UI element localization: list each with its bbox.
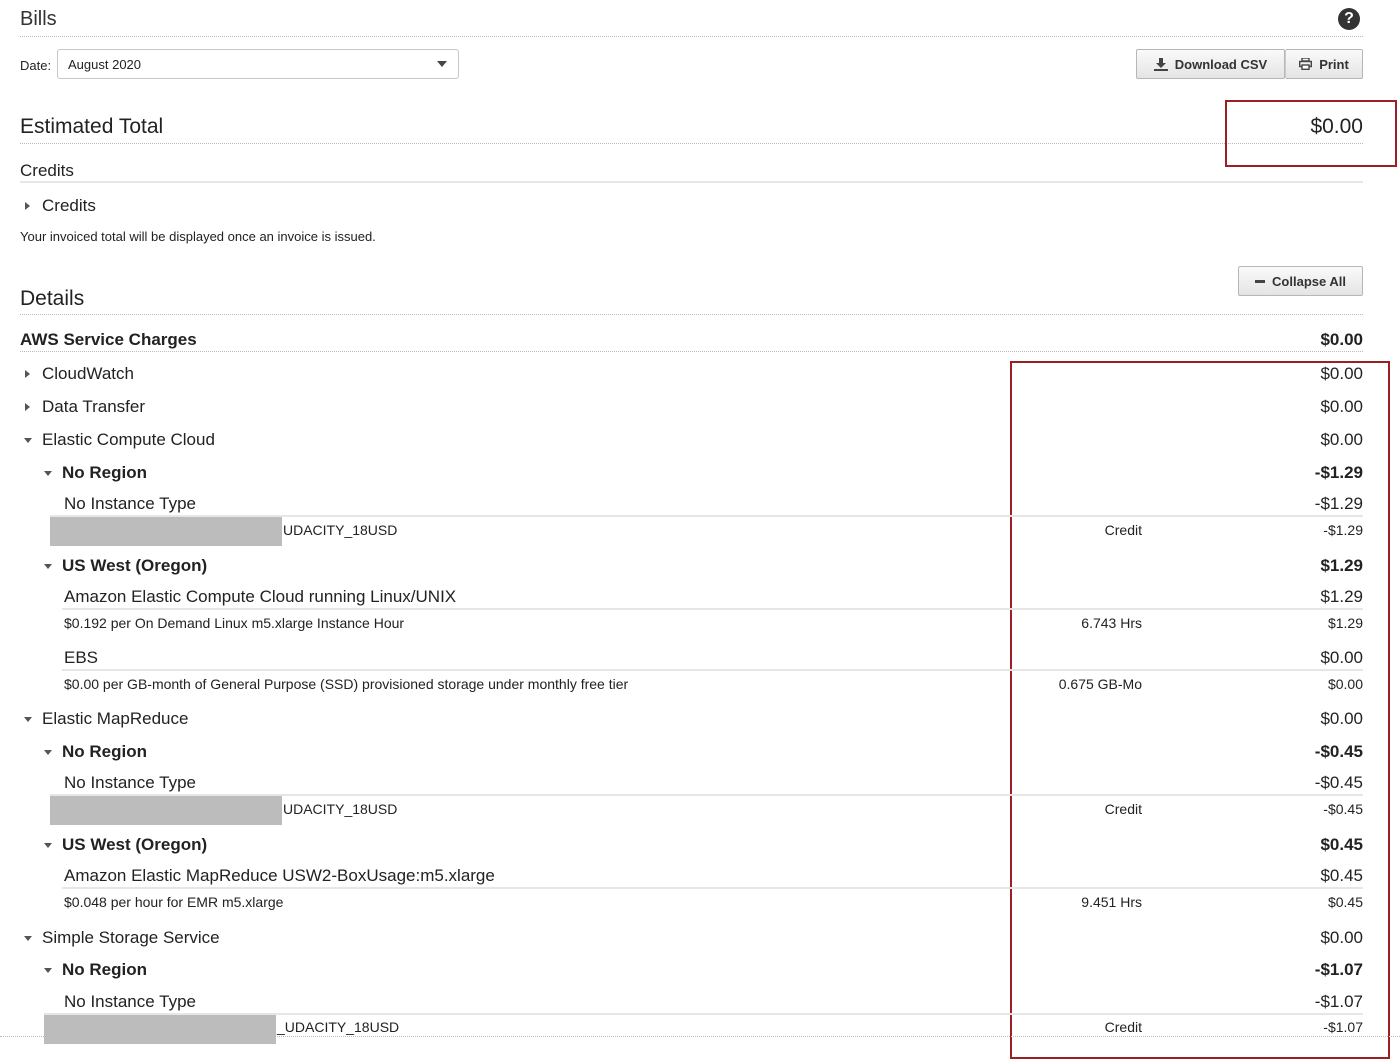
service-s3[interactable]: Simple Storage Service (42, 928, 220, 948)
print-icon (1299, 58, 1313, 70)
collapse-arrow-icon[interactable] (44, 471, 52, 476)
credits-toggle[interactable]: Credits (42, 196, 96, 216)
divider (20, 36, 1363, 37)
redacted-block (44, 1015, 276, 1044)
chevron-down-icon (437, 61, 447, 67)
usage-type-amount: $0.00 (1320, 648, 1363, 667)
collapse-all-button[interactable]: Collapse All (1238, 266, 1363, 296)
aws-service-charges-label: AWS Service Charges (20, 330, 197, 349)
divider (62, 887, 1363, 889)
expand-arrow-icon[interactable] (25, 370, 30, 378)
collapse-arrow-icon[interactable] (24, 717, 32, 722)
divider (20, 181, 1363, 183)
collapse-arrow-icon[interactable] (44, 750, 52, 755)
region-us-west-oregon[interactable]: US West (Oregon) (62, 556, 207, 576)
download-csv-label: Download CSV (1174, 56, 1268, 72)
service-cloudwatch-amount: $0.00 (1320, 364, 1363, 383)
usage-line-amount: $0.00 (1327, 676, 1363, 692)
region-no-region[interactable]: No Region (62, 463, 147, 483)
usage-line-amount: $1.29 (1327, 615, 1363, 631)
credits-section-label: Credits (20, 161, 74, 180)
collapse-arrow-icon[interactable] (44, 843, 52, 848)
credit-line-type: Credit (1104, 801, 1142, 817)
aws-service-charges-amount: $0.00 (1320, 330, 1363, 349)
collapse-all-label: Collapse All (1272, 273, 1346, 289)
service-data-transfer[interactable]: Data Transfer (42, 397, 145, 417)
instance-type-amount: -$1.07 (1314, 992, 1363, 1011)
usage-line-label: $0.192 per On Demand Linux m5.xlarge Ins… (64, 615, 405, 631)
usage-line-label: $0.048 per hour for EMR m5.xlarge (64, 894, 284, 910)
divider (62, 669, 1363, 671)
date-select-value: August 2020 (68, 57, 142, 72)
minus-icon (1255, 279, 1266, 283)
credit-line-amount: -$1.29 (1323, 522, 1363, 538)
credit-line-label: UDACITY_18USD (283, 801, 398, 817)
expand-arrow-icon[interactable] (25, 403, 30, 411)
collapse-arrow-icon[interactable] (44, 564, 52, 569)
date-label: Date: (20, 58, 52, 73)
invoice-note: Your invoiced total will be displayed on… (20, 229, 376, 244)
expand-arrow-icon[interactable] (25, 202, 30, 210)
usage-line-qty: 6.743 Hrs (1081, 615, 1142, 631)
highlight-box-total (1225, 100, 1397, 167)
usage-type-amount: $0.45 (1320, 866, 1363, 885)
region-us-west-oregon[interactable]: US West (Oregon) (62, 835, 207, 855)
page-title: Bills (20, 8, 57, 30)
service-emr-amount: $0.00 (1320, 709, 1363, 728)
usage-line-label: $0.00 per GB-month of General Purpose (S… (64, 676, 629, 692)
service-emr[interactable]: Elastic MapReduce (42, 709, 188, 729)
credit-line-label: _UDACITY_18USD (277, 1019, 400, 1035)
instance-type-label: No Instance Type (64, 494, 196, 513)
divider (20, 314, 1363, 315)
usage-line-amount: $0.45 (1327, 894, 1363, 910)
usage-line-qty: 0.675 GB-Mo (1058, 676, 1142, 692)
divider (62, 608, 1363, 610)
usage-type-label: Amazon Elastic Compute Cloud running Lin… (64, 587, 457, 606)
region-amount: -$1.07 (1314, 960, 1363, 979)
divider (0, 1036, 1400, 1037)
print-label: Print (1319, 56, 1349, 72)
region-amount: $0.45 (1320, 835, 1363, 854)
collapse-arrow-icon[interactable] (24, 438, 32, 443)
region-no-region[interactable]: No Region (62, 960, 147, 980)
date-select[interactable]: August 2020 (57, 49, 459, 79)
service-data-transfer-amount: $0.00 (1320, 397, 1363, 416)
question-circle-icon[interactable]: ? (1338, 8, 1360, 30)
divider (20, 143, 1363, 144)
estimated-total-heading: Estimated Total (20, 115, 164, 138)
instance-type-amount: -$1.29 (1314, 494, 1363, 513)
credit-line-label: UDACITY_18USD (283, 522, 398, 538)
details-heading: Details (20, 287, 85, 310)
credit-line-amount: -$0.45 (1323, 801, 1363, 817)
collapse-arrow-icon[interactable] (44, 968, 52, 973)
redacted-block (50, 796, 282, 825)
region-amount: -$1.29 (1314, 463, 1363, 482)
credit-line-type: Credit (1104, 522, 1142, 538)
print-button[interactable]: Print (1285, 49, 1363, 79)
redacted-block (50, 517, 282, 546)
region-amount: $1.29 (1320, 556, 1363, 575)
service-ec2-amount: $0.00 (1320, 430, 1363, 449)
usage-type-label: Amazon Elastic MapReduce USW2-BoxUsage:m… (64, 866, 495, 885)
usage-type-label: EBS (64, 648, 99, 667)
service-s3-amount: $0.00 (1320, 928, 1363, 947)
divider (20, 351, 1363, 352)
region-amount: -$0.45 (1314, 742, 1363, 761)
service-cloudwatch[interactable]: CloudWatch (42, 364, 134, 384)
download-csv-button[interactable]: Download CSV (1136, 49, 1285, 79)
instance-type-amount: -$0.45 (1314, 773, 1363, 792)
usage-line-qty: 9.451 Hrs (1081, 894, 1142, 910)
usage-type-amount: $1.29 (1320, 587, 1363, 606)
export-button-group: Download CSV Print (1136, 49, 1363, 79)
collapse-arrow-icon[interactable] (24, 936, 32, 941)
instance-type-label: No Instance Type (64, 992, 196, 1011)
service-ec2[interactable]: Elastic Compute Cloud (42, 430, 215, 450)
credit-line-type: Credit (1104, 1019, 1142, 1035)
region-no-region[interactable]: No Region (62, 742, 147, 762)
download-icon (1153, 57, 1168, 71)
credit-line-amount: -$1.07 (1323, 1019, 1363, 1035)
instance-type-label: No Instance Type (64, 773, 196, 792)
